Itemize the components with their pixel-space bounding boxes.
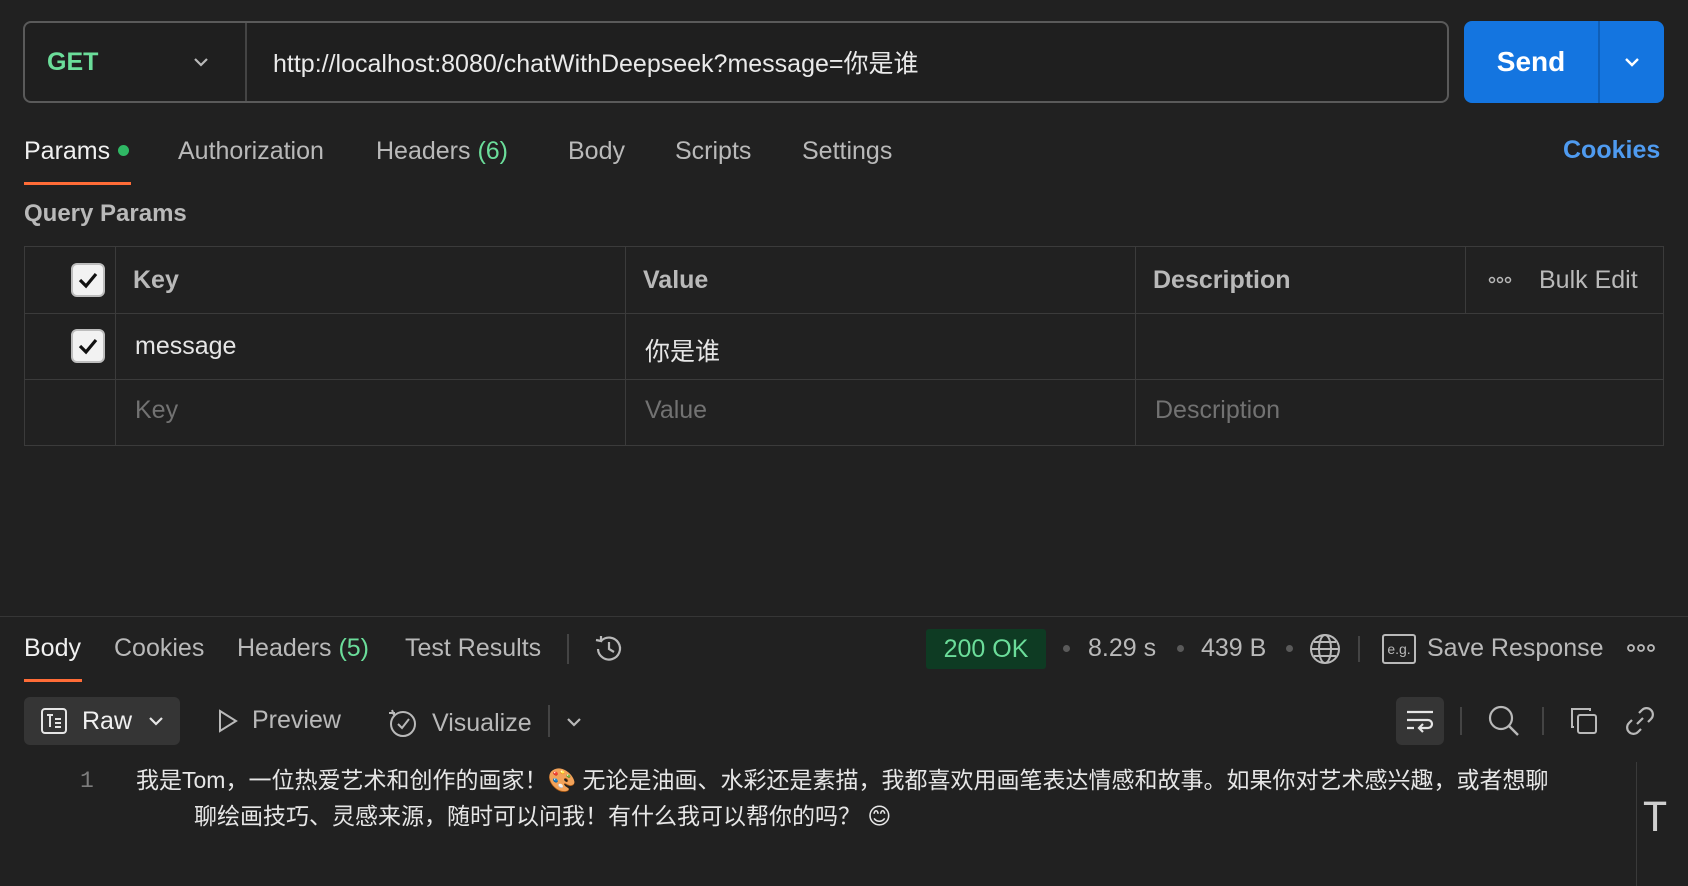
param-value[interactable]: 你是谁 [645,332,720,368]
table-row: message 你是谁 [25,314,1663,380]
visualize-icon [389,709,416,737]
preview-label: Preview [252,706,341,734]
copy-icon[interactable] [1564,701,1604,741]
separator [1358,636,1360,662]
visualize-button[interactable]: Visualize [386,706,532,740]
tab-label: Headers [376,137,471,165]
headers-count: (6) [477,137,509,165]
link-icon[interactable] [1620,701,1660,741]
separator [567,634,569,664]
send-options-button[interactable] [1600,21,1664,103]
separator [1542,707,1544,735]
preview-button[interactable]: Preview [216,706,341,735]
bulk-edit-button[interactable]: Bulk Edit [1539,266,1638,295]
chevron-down-icon [1625,58,1639,67]
search-icon[interactable] [1484,701,1524,741]
tab-headers[interactable]: Headers (6) [376,137,508,166]
table-row-new: Key Value Description [25,380,1663,446]
tab-body[interactable]: Body [568,137,625,166]
column-header-value: Value [643,266,709,294]
format-label: Raw [82,706,133,735]
status-badge: 200 OK [926,629,1046,669]
response-tab-body[interactable]: Body [24,634,81,663]
more-options-icon[interactable] [1485,267,1515,293]
row-checkbox[interactable] [71,329,105,363]
query-params-title: Query Params [24,200,187,227]
separator [1460,707,1462,735]
tab-label: Headers [237,634,332,662]
param-key[interactable]: message [135,332,236,361]
modified-dot [118,145,130,156]
response-line-1: 我是Tom，一位热爱艺术和创作的画家！🎨 无论是油画、水彩还是素描，我都喜欢用画… [136,767,1549,793]
new-value-input[interactable]: Value [645,396,707,425]
send-button-group: Send [1464,21,1664,103]
response-tab-test-results[interactable]: Test Results [405,634,541,663]
method-label: GET [47,47,99,76]
save-response-button[interactable]: Save Response [1427,634,1604,663]
new-description-input[interactable]: Description [1155,396,1280,425]
tab-scripts[interactable]: Scripts [675,137,751,166]
more-options-icon[interactable] [1624,638,1658,658]
headers-count: (5) [338,634,370,662]
visualize-label: Visualize [432,708,532,737]
response-line-2: 聊绘画技巧、灵感来源，随时可以问我！有什么我可以帮你的吗？ 😊 [194,803,892,829]
check-icon [78,272,98,289]
url-input[interactable]: http://localhost:8080/chatWithDeepseek?m… [247,44,918,80]
play-icon [219,708,238,733]
check-icon [78,338,98,355]
url-bar: GET http://localhost:8080/chatWithDeepse… [23,21,1449,103]
text-format-icon [41,708,67,734]
response-size: 439 B [1201,634,1267,662]
response-tab-cookies[interactable]: Cookies [114,634,204,663]
example-icon[interactable]: e.g. [1382,634,1416,664]
column-header-key: Key [133,266,179,294]
chevron-down-icon[interactable] [560,708,588,736]
select-all-checkbox[interactable] [71,263,105,297]
response-tab-headers[interactable]: Headers (5) [237,634,369,663]
column-header-description: Description [1153,266,1291,294]
text-cursor-icon: T [1643,795,1668,841]
response-body-text[interactable]: 我是Tom，一位热爱艺术和创作的画家！🎨 无论是油画、水彩还是素描，我都喜欢用画… [136,762,1614,834]
wrap-lines-icon[interactable] [1396,697,1444,745]
tab-settings[interactable]: Settings [802,137,892,166]
active-tab-underline [24,182,131,185]
separator [548,705,550,737]
tab-params[interactable]: Params [24,137,130,166]
cookies-link[interactable]: Cookies [1563,136,1660,165]
history-icon[interactable] [590,630,628,668]
tab-authorization[interactable]: Authorization [178,137,324,166]
chevron-down-icon [194,58,208,67]
new-key-input[interactable]: Key [135,396,178,425]
response-divider [0,616,1688,617]
line-number: 1 [80,768,94,794]
globe-icon[interactable] [1306,630,1344,668]
method-select[interactable]: GET [25,23,247,101]
send-button[interactable]: Send [1464,21,1600,103]
table-header-row: Key Value Description Bulk Edit [25,247,1663,314]
params-table: Key Value Description Bulk Edit message … [24,246,1664,446]
active-response-tab-underline [24,679,82,682]
format-select[interactable]: Raw [24,697,180,745]
response-time: 8.29 s [1088,634,1157,662]
tab-label: Params [24,137,111,165]
chevron-down-icon [149,717,163,726]
